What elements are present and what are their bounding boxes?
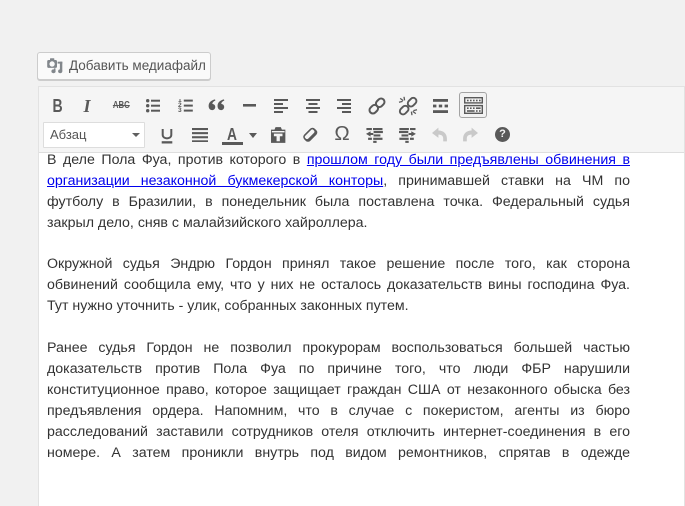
svg-text:3: 3 [178,107,182,112]
